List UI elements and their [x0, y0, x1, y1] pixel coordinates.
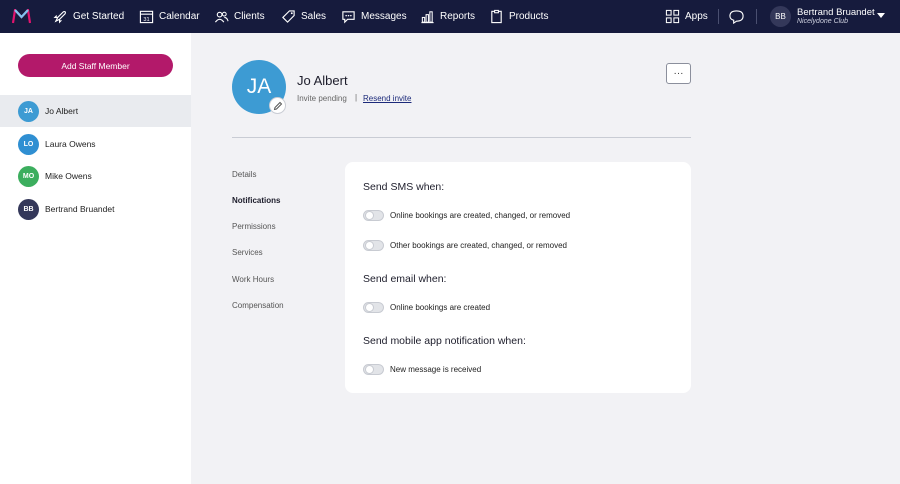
nav-get-started[interactable]: Get Started	[53, 0, 124, 33]
avatar: JA	[18, 100, 39, 122]
nav-label: Clients	[234, 11, 265, 22]
nav-label: Sales	[301, 11, 327, 22]
apps-grid-icon	[665, 9, 680, 24]
nav-sales[interactable]: Sales	[281, 0, 326, 33]
nav-label: Products	[509, 11, 549, 22]
tab-details[interactable]: Details	[232, 170, 256, 179]
user-avatar[interactable]: BB	[770, 6, 791, 27]
staff-list-item[interactable]: BB Bertrand Bruandet	[0, 193, 191, 225]
email-online-bookings-toggle[interactable]	[363, 302, 384, 313]
calendar-day-number: 31	[143, 17, 149, 23]
toggle-knob	[365, 241, 374, 250]
clipboard-icon	[491, 9, 502, 24]
nav-label: Apps	[685, 11, 708, 22]
chat-icon	[342, 11, 355, 24]
nav-label: Calendar	[159, 11, 200, 22]
tab-work-hours[interactable]: Work Hours	[232, 275, 274, 284]
chart-icon	[421, 11, 434, 24]
toggle-label: New message is received	[390, 365, 482, 374]
tab-notifications[interactable]: Notifications	[232, 196, 280, 205]
profile-name: Jo Albert	[297, 73, 348, 88]
chevron-down-icon[interactable]	[877, 13, 885, 18]
nav-clients[interactable]: Clients	[214, 0, 265, 33]
pencil-icon	[273, 101, 282, 110]
nav-divider	[718, 9, 719, 24]
nav-divider	[756, 9, 757, 24]
user-club: Nicelydone Club	[797, 18, 848, 25]
staff-name: Jo Albert	[45, 106, 79, 116]
invite-status: Invite pending	[297, 94, 347, 103]
tab-permissions[interactable]: Permissions	[232, 222, 276, 231]
toggle-knob	[365, 211, 374, 220]
more-options-button[interactable]: ···	[666, 63, 691, 84]
sms-online-bookings-toggle[interactable]	[363, 210, 384, 221]
add-staff-member-button[interactable]: Add Staff Member	[18, 54, 173, 77]
nav-apps[interactable]: Apps	[665, 0, 708, 33]
toggle-knob	[365, 303, 374, 312]
toggle-label: Other bookings are created, changed, or …	[390, 241, 567, 250]
mobile-section-title: Send mobile app notification when:	[363, 335, 526, 347]
resend-invite-link[interactable]: Resend invite	[363, 94, 411, 103]
rocket-icon	[53, 11, 66, 24]
staff-name: Laura Owens	[45, 139, 96, 149]
nav-notifications-button[interactable]	[729, 0, 749, 33]
toggle-label: Online bookings are created	[390, 303, 491, 312]
clients-icon	[214, 11, 229, 23]
tag-icon	[282, 10, 295, 23]
staff-name: Mike Owens	[45, 171, 92, 181]
speech-bubble-icon	[729, 10, 744, 24]
staff-name: Bertrand Bruandet	[45, 204, 115, 214]
nav-calendar[interactable]: 31 Calendar	[139, 0, 200, 33]
divider	[232, 137, 691, 138]
sms-section-title: Send SMS when:	[363, 181, 445, 193]
nav-products[interactable]: Products	[489, 0, 548, 33]
tab-services[interactable]: Services	[232, 248, 263, 257]
status-separator: |	[355, 93, 358, 102]
sms-other-bookings-toggle[interactable]	[363, 240, 384, 251]
avatar: BB	[18, 198, 39, 220]
email-section-title: Send email when:	[363, 273, 447, 285]
edit-photo-button[interactable]	[269, 97, 286, 114]
calendar-icon: 31	[139, 10, 154, 23]
top-navigation-bar: Get Started 31 Calendar Clients Sales Me…	[0, 0, 900, 33]
toggle-knob	[365, 365, 374, 374]
nav-label: Get Started	[73, 11, 125, 22]
avatar: MO	[18, 165, 39, 187]
user-name[interactable]: Bertrand Bruandet	[797, 7, 875, 18]
nav-reports[interactable]: Reports	[420, 0, 475, 33]
nav-messages[interactable]: Messages	[341, 0, 407, 33]
nav-label: Messages	[361, 11, 407, 22]
staff-list-item[interactable]: JA Jo Albert	[0, 95, 191, 127]
mobile-new-message-toggle[interactable]	[363, 364, 384, 375]
staff-sidebar: Add Staff Member JA Jo Albert LO Laura O…	[0, 33, 191, 484]
avatar: LO	[18, 133, 39, 155]
more-dots-icon: ···	[673, 68, 684, 79]
nav-label: Reports	[440, 11, 476, 22]
staff-list-item[interactable]: MO Mike Owens	[0, 160, 191, 192]
tab-compensation[interactable]: Compensation	[232, 301, 284, 310]
toggle-label: Online bookings are created, changed, or…	[390, 211, 571, 220]
staff-list-item[interactable]: LO Laura Owens	[0, 128, 191, 160]
mindbody-logo-icon[interactable]	[12, 9, 31, 24]
